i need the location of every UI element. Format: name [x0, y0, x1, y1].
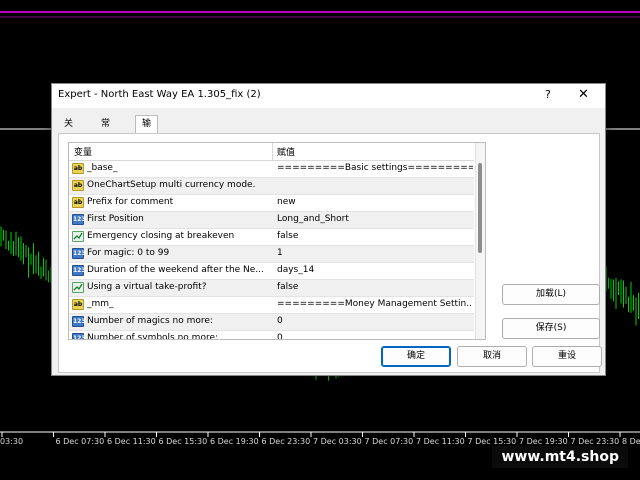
inputs-table: 变量 赋值 ab _base_ =========Basic settings===… [68, 142, 486, 340]
variable-name: First Position [87, 214, 144, 224]
tab-common[interactable]: 常用 [95, 117, 116, 144]
variable-value[interactable]: false [277, 282, 473, 292]
table-row[interactable]: ab OneChartSetup multi currency mode. [69, 178, 474, 195]
time-axis-label: 7 Dec 03:30 [313, 437, 362, 446]
variable-name: _mm_ [87, 299, 114, 309]
string-type-icon: ab [72, 299, 84, 310]
variable-value[interactable]: 0 [277, 333, 473, 339]
time-axis-label: 7 Dec 15:30 [467, 437, 517, 446]
table-scrollbar[interactable] [475, 143, 485, 339]
time-axis-label: 7 Dec 23:30 [570, 437, 620, 446]
numeric-type-icon: 123 [72, 316, 86, 327]
ok-button[interactable]: 确定 [381, 346, 451, 367]
variable-name: Duration of the weekend after the Ne... [87, 265, 264, 275]
variable-value[interactable]: 1 [277, 248, 473, 258]
table-row[interactable]: ab Prefix for comment new [69, 195, 474, 212]
boolean-type-icon [72, 282, 84, 293]
table-row[interactable]: ab _base_ =========Basic settings========= [69, 161, 474, 178]
time-axis-label: 6 Dec 15:30 [158, 437, 208, 446]
variable-value[interactable]: days_14 [277, 265, 473, 275]
variable-value[interactable]: =========Basic settings========= [277, 163, 473, 173]
header-value[interactable]: 赋值 [277, 145, 295, 158]
table-row[interactable]: 123 For magic: 0 to 99 1 [69, 246, 474, 263]
header-variable[interactable]: 变量 [74, 145, 92, 158]
string-type-icon: ab [72, 180, 84, 191]
time-axis-label: 6 Dec 07:30 [55, 437, 105, 446]
time-axis-label: 6 Dec 11:30 [107, 437, 156, 446]
variable-value[interactable]: false [277, 231, 473, 241]
cancel-button[interactable]: 取消 [457, 346, 527, 367]
numeric-type-icon: 123 [72, 214, 86, 225]
tab-about[interactable]: 关于 [58, 117, 79, 144]
load-button[interactable]: 加载(L) [502, 284, 600, 305]
time-axis-label: 03:30 [0, 437, 24, 446]
variable-name: _base_ [87, 163, 118, 173]
table-row[interactable]: 123 Number of magics no more: 0 [69, 314, 474, 331]
numeric-type-icon: 123 [72, 265, 86, 276]
numeric-type-icon: 123 [72, 333, 86, 339]
variable-value[interactable]: new [277, 197, 473, 207]
string-type-icon: ab [72, 197, 84, 208]
time-axis-label: 8 Dec 03:30 [622, 437, 640, 446]
variable-name: OneChartSetup multi currency mode. [87, 180, 256, 190]
table-row[interactable]: 123 Duration of the weekend after the Ne.… [69, 263, 474, 280]
variable-name: Number of magics no more: [87, 316, 213, 326]
variable-name: Prefix for comment [87, 197, 174, 207]
tab-inputs[interactable]: 输入参数 [135, 115, 159, 180]
expert-properties-dialog: Expert - North East Way EA 1.305_fix (2)… [51, 83, 606, 376]
variable-name: Emergency closing at breakeven [87, 231, 235, 241]
variable-value[interactable]: Long_and_Short [277, 214, 473, 224]
time-axis-label: 7 Dec 19:30 [519, 437, 568, 446]
dialog-titlebar[interactable]: Expert - North East Way EA 1.305_fix (2)… [52, 84, 605, 108]
header-divider [272, 143, 273, 160]
table-row[interactable]: ab _mm_ =========Money Management Settin..… [69, 297, 474, 314]
variable-name: For magic: 0 to 99 [87, 248, 170, 258]
table-row[interactable]: Using a virtual take-profit? false [69, 280, 474, 297]
scrollbar-thumb[interactable] [478, 163, 482, 253]
table-header: 变量 赋值 [69, 143, 474, 161]
table-row[interactable]: 123 Number of symbols no more: 0 [69, 331, 474, 340]
help-button[interactable]: ? [545, 88, 551, 101]
string-type-icon: ab [72, 163, 84, 174]
time-axis-label: 6 Dec 19:30 [210, 437, 259, 446]
table-row[interactable]: 123 First Position Long_and_Short [69, 212, 474, 229]
numeric-type-icon: 123 [72, 248, 86, 259]
watermark: www.mt4.shop [492, 446, 628, 468]
close-button[interactable]: ✕ [578, 87, 589, 102]
boolean-type-icon [72, 231, 84, 242]
inputs-panel: 变量 赋值 ab _base_ =========Basic settings===… [58, 133, 600, 373]
reset-button[interactable]: 重设 [532, 346, 602, 367]
time-axis-label: 7 Dec 11:30 [416, 437, 465, 446]
variable-name: Number of symbols no more: [87, 333, 219, 340]
time-axis-label: 6 Dec 23:30 [261, 437, 311, 446]
time-axis-label: 7 Dec 07:30 [364, 437, 414, 446]
variable-name: Using a virtual take-profit? [87, 282, 207, 292]
table-row[interactable]: Emergency closing at breakeven false [69, 229, 474, 246]
variable-value[interactable]: 0 [277, 316, 473, 326]
dialog-title: Expert - North East Way EA 1.305_fix (2) [58, 89, 261, 100]
variable-value[interactable]: =========Money Management Settin... [277, 299, 473, 309]
save-button[interactable]: 保存(S) [502, 318, 600, 339]
